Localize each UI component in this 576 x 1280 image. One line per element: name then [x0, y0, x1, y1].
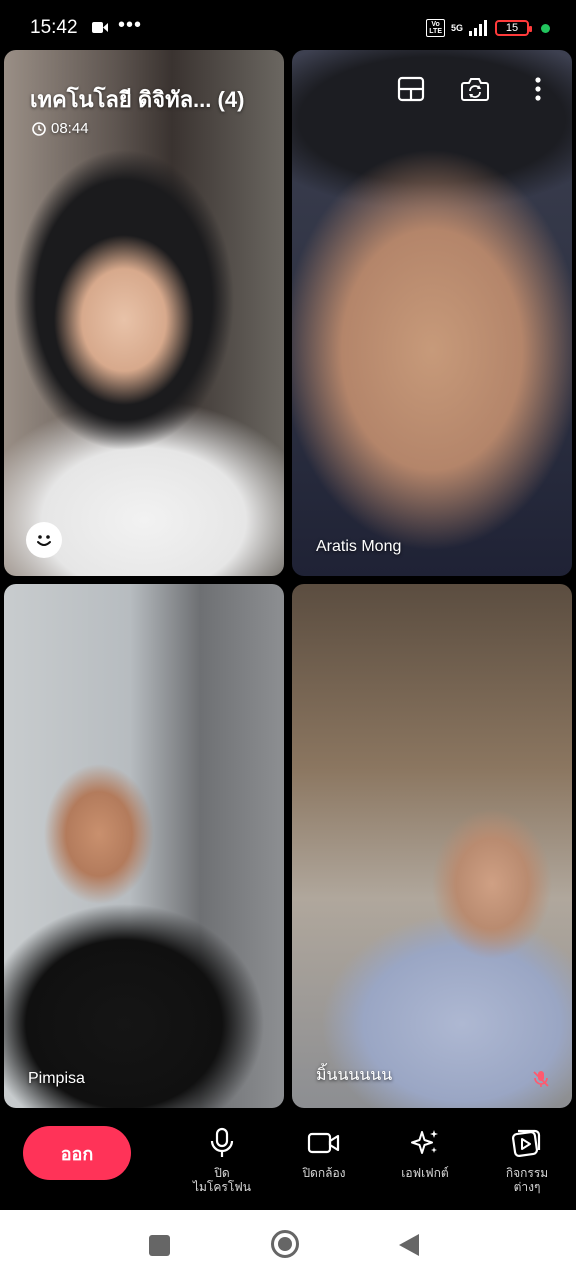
recent-apps-button[interactable]: [149, 1235, 170, 1256]
call-controls: ออก ปิด ไมโครโฟน ปิดกล้อง เอฟเฟกต์ กิจกร…: [0, 1108, 576, 1210]
meeting-timer: 08:44: [32, 120, 89, 137]
sparkle-icon: [411, 1130, 438, 1154]
volte-line1: Vo: [431, 21, 440, 28]
meeting-title[interactable]: เทคโนโลยี ดิจิทัล... (4): [30, 82, 244, 117]
more-options-button[interactable]: [523, 74, 553, 104]
system-navigation-bar: [0, 1210, 576, 1280]
home-icon: [278, 1237, 292, 1251]
camera-label: ปิดกล้อง: [302, 1166, 346, 1180]
mic-muted-icon: [533, 1071, 549, 1087]
effects-label: เอฟเฟกต์: [401, 1166, 449, 1180]
layout-button[interactable]: [396, 74, 426, 104]
battery-icon: 15: [495, 20, 532, 36]
status-bar: 15:42 ••• Vo LTE 5G 15: [0, 0, 576, 50]
more-vertical-icon: [535, 77, 541, 101]
more-notifications-icon: •••: [118, 14, 143, 36]
mic-label-line1: ปิด: [214, 1166, 230, 1180]
reaction-button[interactable]: [26, 522, 62, 558]
participant-name: มิ้นนนนนน: [316, 1067, 393, 1084]
smiley-icon: [37, 535, 51, 546]
switch-camera-button[interactable]: [460, 74, 490, 104]
leave-call-button[interactable]: ออก: [23, 1126, 131, 1180]
activities-label-line1: กิจกรรม: [505, 1166, 549, 1180]
video-tile-participant[interactable]: Pimpisa: [4, 584, 284, 1108]
signal-icon: [469, 20, 487, 36]
microphone-icon: [210, 1127, 234, 1157]
activities-button[interactable]: กิจกรรม ต่างๆ: [482, 1126, 572, 1194]
video-tile-self[interactable]: เทคโนโลยี ดิจิทัล... (4) 08:44: [4, 50, 284, 576]
effects-button[interactable]: เอฟเฟกต์: [380, 1126, 470, 1180]
mute-microphone-button[interactable]: ปิด ไมโครโฟน: [177, 1126, 267, 1194]
video-camera-icon: [92, 22, 108, 33]
participant-name: Pimpisa: [28, 1070, 85, 1087]
home-button[interactable]: [271, 1230, 299, 1258]
network-type: 5G: [450, 22, 463, 33]
privacy-indicator-dot: [541, 23, 550, 33]
volte-badge: Vo LTE: [426, 19, 445, 37]
activities-icon: [511, 1129, 541, 1158]
clock-icon: [32, 121, 46, 136]
participant-name: Aratis Mong: [316, 538, 402, 555]
video-tile-participant[interactable]: มิ้นนนนนน: [292, 584, 572, 1108]
activities-label: กิจกรรม ต่างๆ: [482, 1166, 572, 1194]
layout-icon: [397, 76, 425, 102]
volte-line2: LTE: [429, 28, 442, 35]
back-button[interactable]: [399, 1234, 419, 1256]
mic-label-line2: ไมโครโฟน: [192, 1180, 251, 1194]
timer-value: 08:44: [51, 120, 89, 137]
mute-microphone-label: ปิด ไมโครโฟน: [177, 1166, 267, 1194]
video-camera-icon: [307, 1132, 340, 1154]
switch-camera-icon: [461, 78, 489, 101]
battery-level: 15: [505, 22, 519, 34]
activities-label-line2: ต่างๆ: [513, 1180, 541, 1194]
video-tile-participant[interactable]: Aratis Mong: [292, 50, 572, 576]
status-icons: Vo LTE 5G 15: [426, 18, 550, 38]
status-time: 15:42: [30, 17, 78, 38]
turn-off-camera-button[interactable]: ปิดกล้อง: [279, 1126, 369, 1180]
